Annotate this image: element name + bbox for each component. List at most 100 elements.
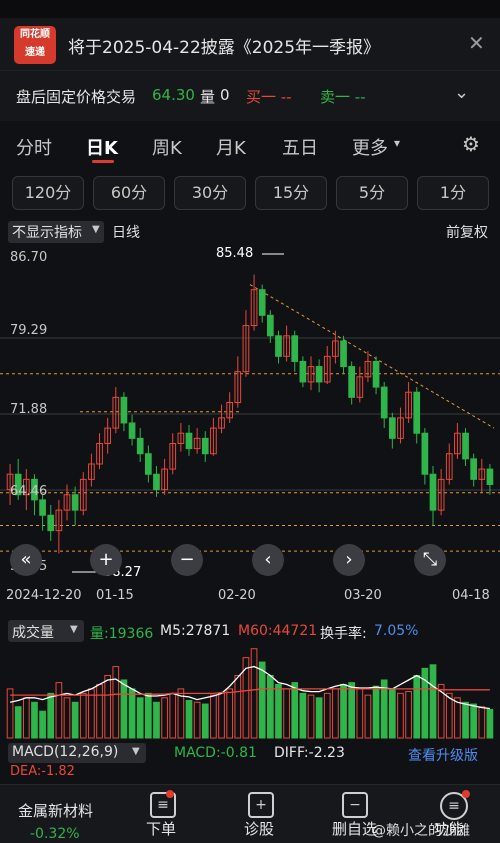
tab-monthly-k[interactable]: 月K: [216, 134, 246, 160]
high-price-label: 85.48: [216, 246, 254, 261]
remove-watchlist-icon[interactable]: −: [342, 792, 368, 818]
x-tick-2: 01-15: [96, 588, 134, 603]
candle-body: [315, 366, 323, 383]
candle-body: [388, 417, 396, 439]
x-tick-4: 03-20: [344, 588, 382, 603]
volume-bar: [356, 688, 364, 739]
close-icon[interactable]: ✕: [468, 31, 485, 55]
diagnose-icon[interactable]: +: [248, 792, 274, 818]
volume-bar: [258, 661, 266, 739]
y-tick-3: 71.88: [10, 402, 48, 417]
tab-five-day[interactable]: 五日: [282, 134, 318, 160]
after-hours-ask: 卖一 --: [320, 88, 366, 106]
rewind-icon[interactable]: «: [10, 544, 42, 576]
chevron-down-icon[interactable]: ⌄: [454, 82, 469, 103]
scroll-left-icon[interactable]: ‹: [252, 544, 284, 576]
remove-watchlist-button[interactable]: 删自选: [332, 818, 377, 839]
indicator-selector-label: 不显示指标: [12, 225, 82, 241]
minute-button-30[interactable]: 30分: [174, 176, 246, 210]
volume-bar: [88, 688, 95, 739]
scroll-right-icon[interactable]: ›: [333, 544, 365, 576]
volume-bar: [283, 688, 290, 739]
announcement-text[interactable]: 将于2025-04-22披露《2025年一季报》: [68, 33, 380, 58]
tab-daily-k[interactable]: 日K: [86, 134, 118, 160]
volume-bar: [55, 682, 63, 739]
m5-value: M5:27871: [160, 623, 231, 639]
period-label: 日线: [112, 225, 140, 241]
volume-bar: [153, 701, 160, 739]
after-hours-label: 盘后固定价格交易: [16, 88, 137, 106]
candle-body: [185, 432, 193, 450]
zoom-out-icon[interactable]: −: [171, 544, 203, 576]
tab-weekly-k[interactable]: 周K: [152, 134, 182, 160]
order-button[interactable]: 下单: [146, 818, 176, 839]
kline-chart[interactable]: [0, 244, 500, 584]
volume-bar: [413, 674, 421, 739]
volume-selector-label: 成交量: [12, 625, 54, 641]
dea-value: DEA:-1.82: [10, 764, 75, 779]
candle-body: [372, 360, 380, 388]
y-tick-1: 86.70: [10, 250, 48, 265]
volume-bar: [315, 697, 323, 739]
tonghuashun-logo: 同花顺 速递: [14, 26, 56, 64]
volume-bar: [429, 664, 437, 739]
y-tick-2: 79.29: [10, 323, 48, 338]
minute-button-60[interactable]: 60分: [93, 176, 165, 210]
turnover-value: 7.05%: [374, 623, 419, 639]
volume-bar: [275, 683, 282, 739]
m60-value: M60:44721: [238, 623, 318, 639]
volume-bar: [169, 692, 177, 739]
zoom-in-icon[interactable]: +: [90, 544, 122, 576]
candle-body: [291, 335, 299, 362]
active-tab-indicator: [92, 160, 114, 163]
volume-bar: [332, 688, 339, 739]
candle-body: [39, 499, 46, 516]
macd-value: MACD:-0.81: [174, 745, 257, 761]
after-hours-bid: 买一 --: [246, 88, 292, 106]
volume-bar: [234, 674, 242, 739]
candle-body: [136, 437, 144, 455]
minute-button-1[interactable]: 1分: [417, 176, 489, 210]
volume-bar: [31, 701, 38, 739]
after-hours-volume-label: 量: [200, 88, 216, 106]
minute-button-120[interactable]: 120分: [12, 176, 84, 210]
settings-icon[interactable]: ⚙: [462, 132, 480, 156]
macd-selector-label: MACD(12,26,9): [12, 744, 119, 760]
volume-chart[interactable]: [0, 644, 500, 740]
minute-button-5[interactable]: 5分: [336, 176, 408, 210]
candle-body: [128, 422, 136, 439]
volume-bar: [323, 692, 331, 739]
after-hours-price: 64.30: [152, 86, 195, 104]
minute-button-15[interactable]: 15分: [255, 176, 327, 210]
candle-body: [348, 366, 356, 398]
volume-bar: [22, 697, 30, 739]
candle-body: [413, 391, 421, 434]
tab-intraday[interactable]: 分时: [16, 134, 52, 160]
stock-name[interactable]: 金属新材料: [18, 800, 93, 821]
volume-caret-icon: ▼: [70, 624, 78, 635]
fullscreen-icon[interactable]: ⤡: [414, 544, 446, 576]
volume-bar: [193, 701, 201, 739]
volume-bar: [397, 692, 404, 739]
adjust-toggle[interactable]: 前复权: [446, 222, 488, 242]
volume-bar: [128, 688, 136, 739]
candle-body: [429, 473, 437, 511]
volume-bar: [454, 697, 461, 739]
volume-bar: [112, 666, 120, 739]
diagnose-button[interactable]: 诊股: [244, 818, 274, 839]
turnover-label: 换手率:: [320, 626, 367, 642]
volume-bar: [388, 688, 396, 739]
tab-more[interactable]: 更多: [352, 134, 388, 160]
notification-dot-2: [462, 790, 470, 798]
volume-bar: [71, 701, 79, 739]
volume-bar: [161, 697, 168, 739]
volume-bar: [6, 688, 14, 739]
macd-caret-icon: ▼: [132, 746, 140, 757]
candle-body: [380, 386, 388, 419]
x-tick-3: 02-20: [218, 588, 256, 603]
volume-bar: [96, 683, 103, 739]
upgrade-link[interactable]: 查看升级版: [408, 745, 478, 765]
candle-body: [71, 494, 79, 511]
candle-body: [201, 437, 209, 455]
volume-bar: [218, 692, 225, 739]
